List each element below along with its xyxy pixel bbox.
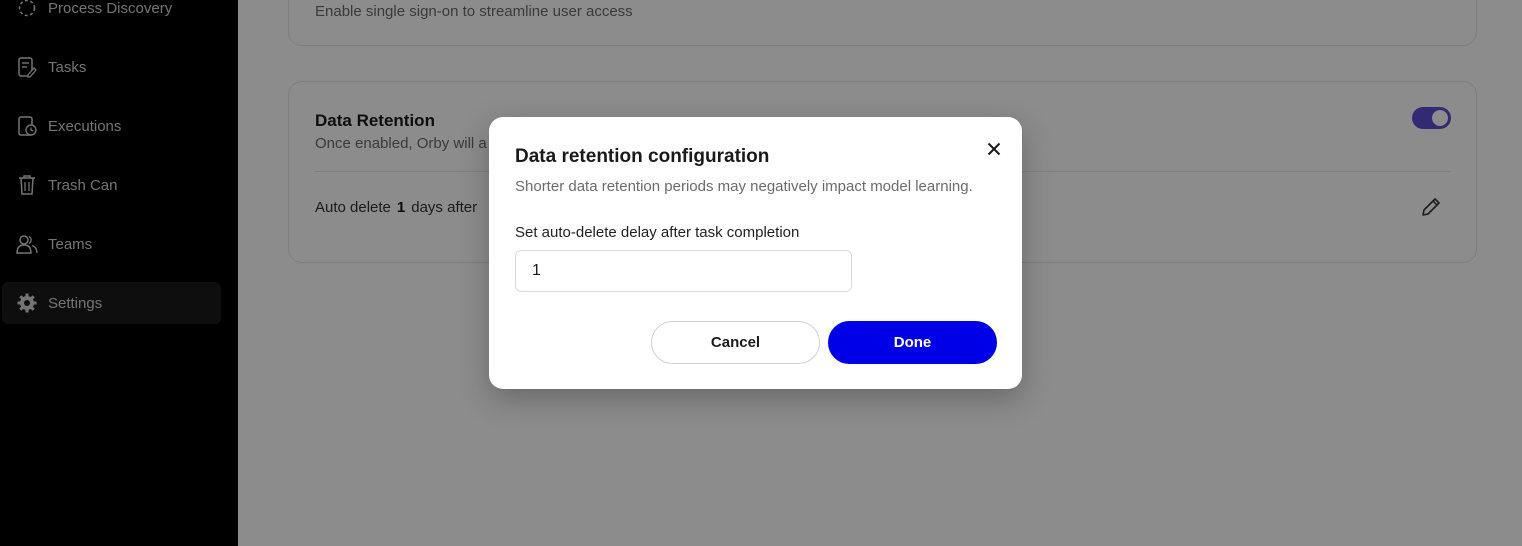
close-icon[interactable]: [984, 139, 1004, 159]
modal-title: Data retention configuration: [515, 146, 770, 167]
auto-delete-delay-input[interactable]: [515, 250, 852, 292]
done-button[interactable]: Done: [828, 321, 997, 364]
data-retention-modal: Data retention configuration Shorter dat…: [489, 117, 1022, 389]
auto-delete-delay-label: Set auto-delete delay after task complet…: [515, 224, 800, 241]
cancel-button[interactable]: Cancel: [651, 321, 820, 364]
modal-subtitle: Shorter data retention periods may negat…: [515, 178, 973, 195]
